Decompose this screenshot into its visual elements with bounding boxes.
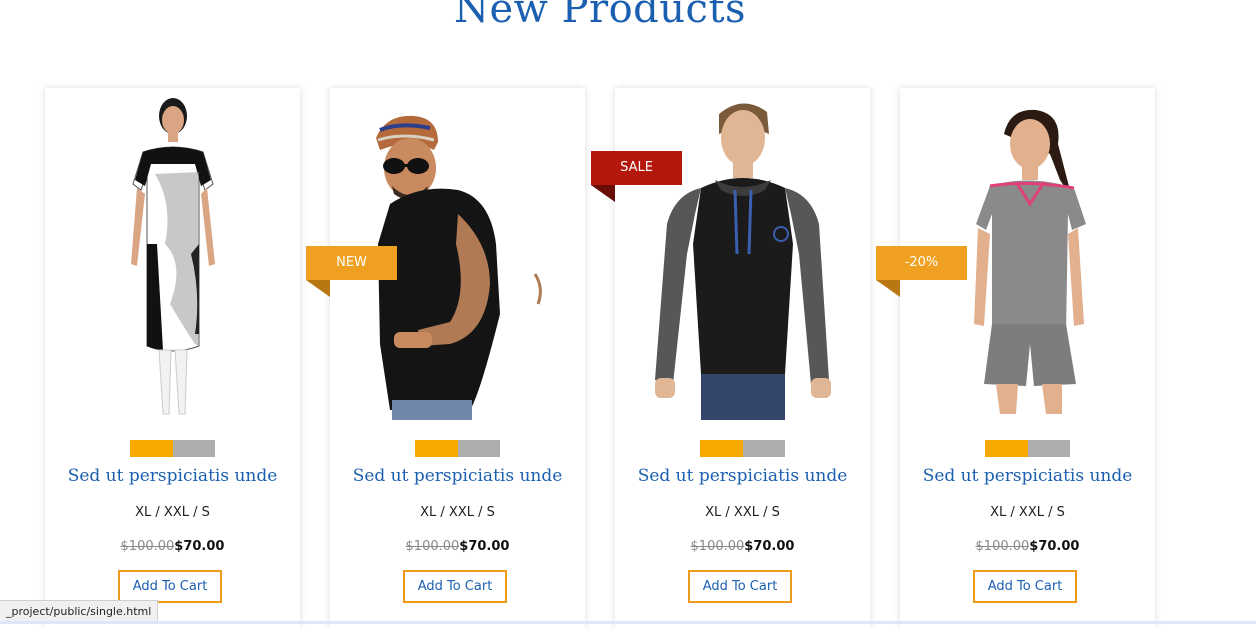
sale-price: $70.00 <box>744 539 795 554</box>
product-name[interactable]: Sed ut perspiciatis unde <box>45 466 300 486</box>
sale-ribbon-label: SALE <box>620 160 653 175</box>
add-to-cart-button[interactable]: Add To Cart <box>118 570 222 603</box>
sale-price: $70.00 <box>174 539 225 554</box>
add-to-cart-button[interactable]: Add To Cart <box>688 570 792 603</box>
rating-fill <box>985 440 1028 457</box>
sale-price: $70.00 <box>459 539 510 554</box>
old-price: $100.00 <box>405 539 460 554</box>
product-card: Sed ut perspiciatis unde XL / XXL / S $1… <box>330 88 585 628</box>
rating-fill <box>415 440 458 457</box>
product-sizes: XL / XXL / S <box>705 505 780 520</box>
product-price: $100.00$70.00 <box>330 539 585 554</box>
sale-price: $70.00 <box>1029 539 1080 554</box>
rating-fill <box>130 440 173 457</box>
ribbon-fold <box>306 280 330 297</box>
old-price: $100.00 <box>120 539 175 554</box>
product-sizes: XL / XXL / S <box>420 505 495 520</box>
product-price: $100.00$70.00 <box>900 539 1155 554</box>
product-name[interactable]: Sed ut perspiciatis unde <box>330 466 585 486</box>
rating-bar <box>415 440 500 457</box>
add-to-cart-button[interactable]: Add To Cart <box>973 570 1077 603</box>
sale-ribbon: SALE <box>591 151 682 202</box>
add-to-cart-button[interactable]: Add To Cart <box>403 570 507 603</box>
discount-ribbon-label: -20% <box>904 255 939 270</box>
product-card: Sed ut perspiciatis unde XL / XXL / S $1… <box>45 88 300 628</box>
new-ribbon: NEW <box>306 246 397 297</box>
discount-ribbon: -20% <box>876 246 967 297</box>
section-title: New Products <box>453 0 747 32</box>
product-price: $100.00$70.00 <box>615 539 870 554</box>
ribbon-fold <box>876 280 900 297</box>
old-price: $100.00 <box>690 539 745 554</box>
product-sizes: XL / XXL / S <box>990 505 1065 520</box>
rating-bar <box>130 440 215 457</box>
rating-bar <box>700 440 785 457</box>
product-card: Sed ut perspiciatis unde XL / XXL / S $1… <box>900 88 1155 628</box>
product-sizes: XL / XXL / S <box>135 505 210 520</box>
old-price: $100.00 <box>975 539 1030 554</box>
rating-fill <box>700 440 743 457</box>
product-image[interactable] <box>45 94 300 420</box>
product-name[interactable]: Sed ut perspiciatis unde <box>900 466 1155 486</box>
product-name[interactable]: Sed ut perspiciatis unde <box>615 466 870 486</box>
new-ribbon-label: NEW <box>336 255 367 270</box>
product-image[interactable] <box>615 94 870 420</box>
rating-bar <box>985 440 1070 457</box>
product-price: $100.00$70.00 <box>45 539 300 554</box>
ribbon-fold <box>591 185 615 202</box>
